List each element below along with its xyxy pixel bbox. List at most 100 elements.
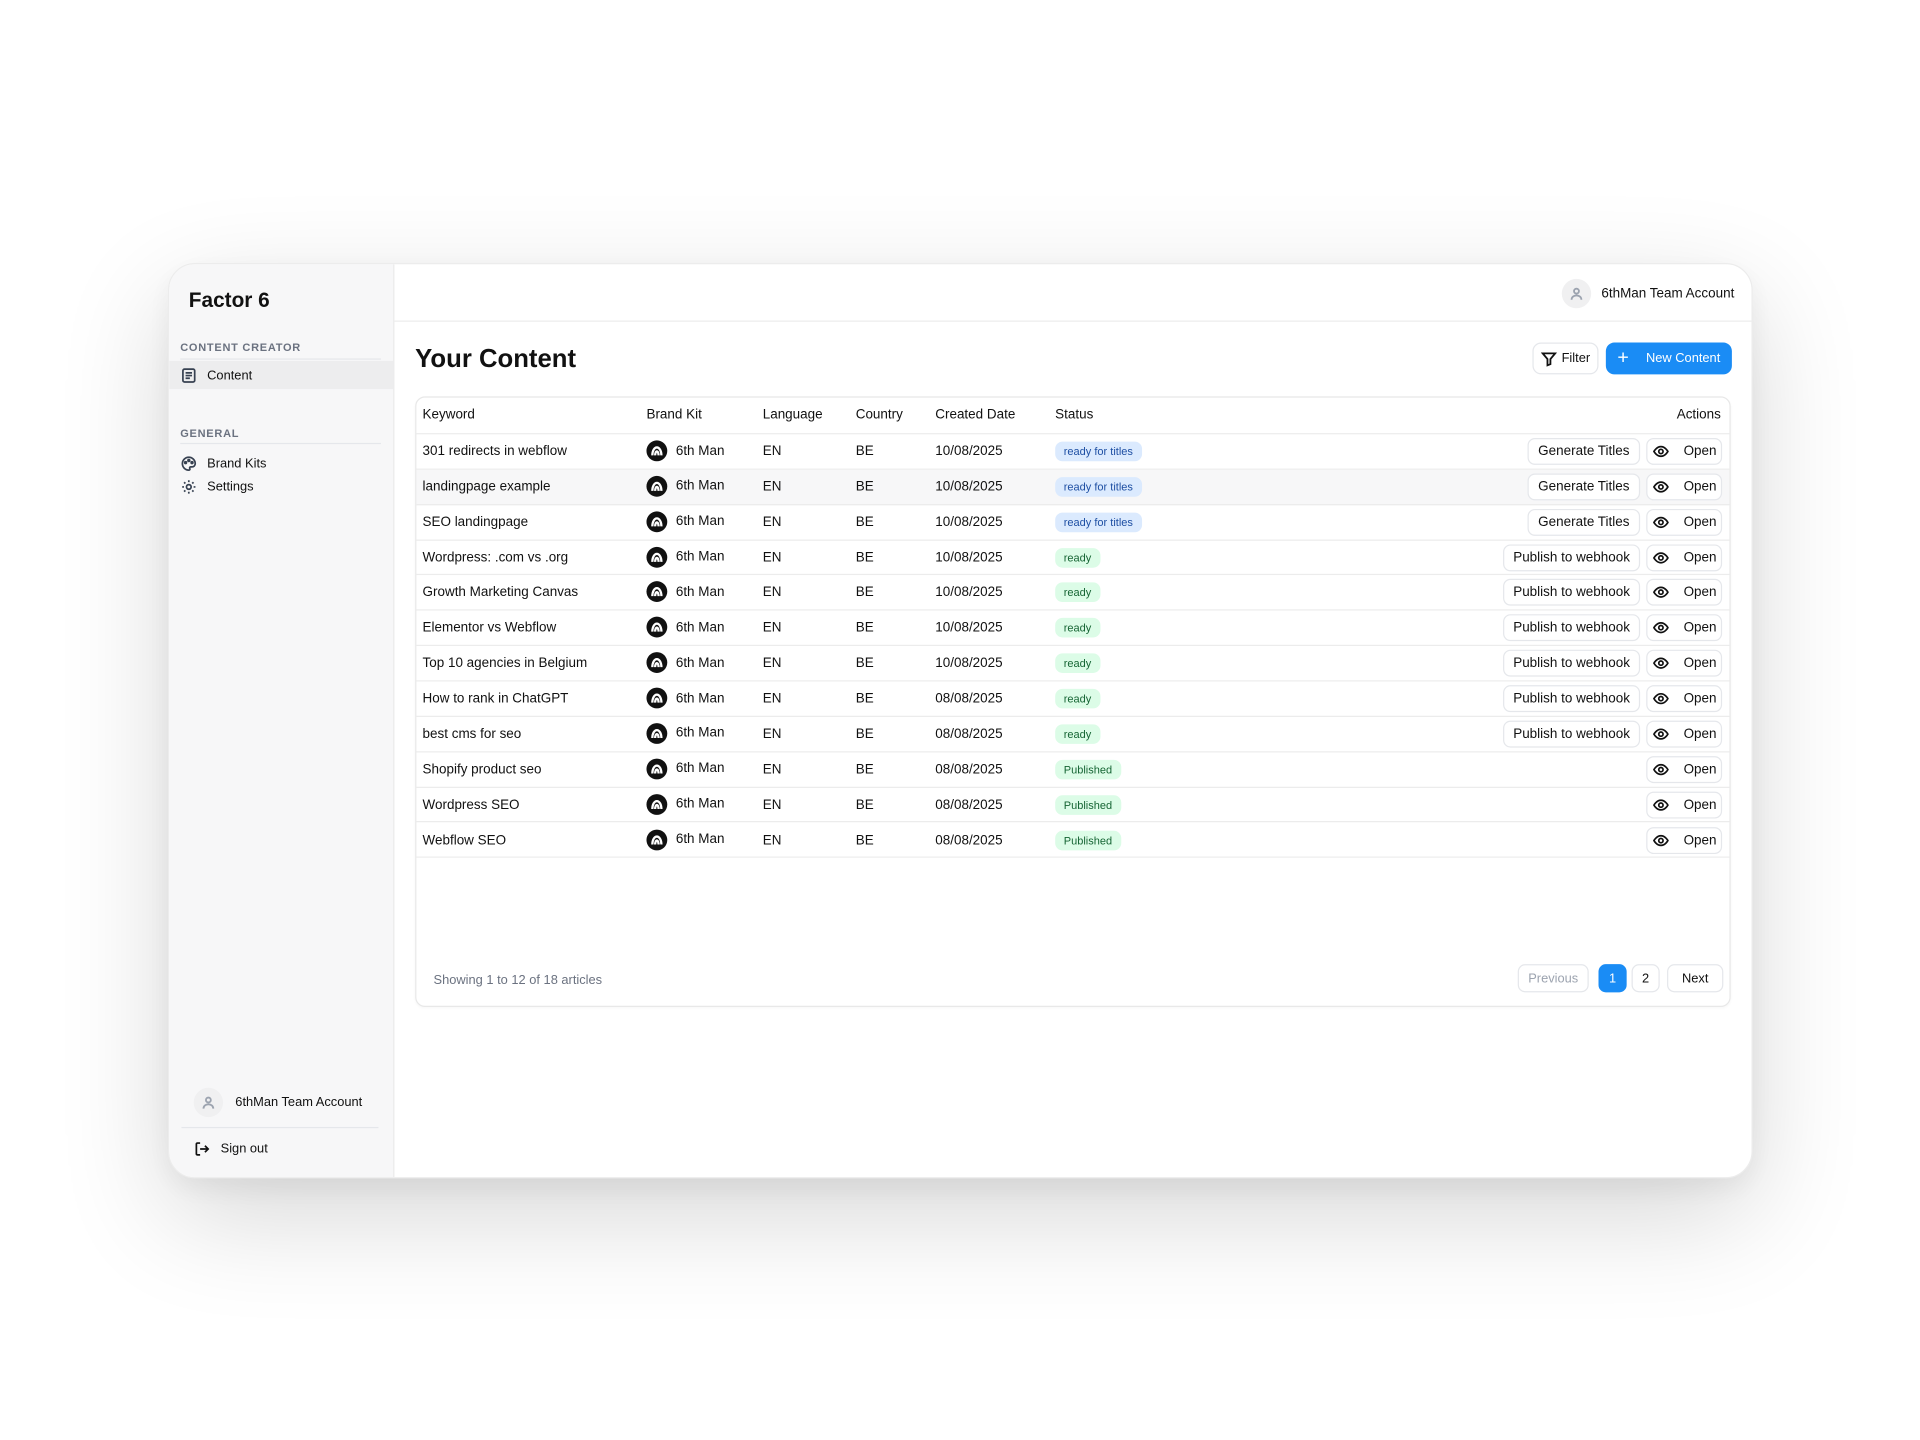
brand-kit-cell: 6th Man bbox=[646, 617, 724, 638]
next-page-button[interactable]: Next bbox=[1667, 964, 1724, 993]
document-icon bbox=[179, 365, 199, 385]
brand-kit-cell: 6th Man bbox=[646, 722, 724, 744]
table-row[interactable]: Elementor vs Webflow 6th Man EN BE 10/08/202… bbox=[416, 611, 1730, 647]
account-menu[interactable]: 6thMan Team Account bbox=[1562, 278, 1734, 309]
publish-to-webhook-button[interactable]: Publish to webhook bbox=[1503, 543, 1641, 571]
created-date-cell: 08/08/2025 bbox=[935, 761, 1003, 777]
publish-to-webhook-button[interactable]: Publish to webhook bbox=[1503, 614, 1641, 642]
divider bbox=[180, 358, 381, 360]
page-2-button[interactable]: 2 bbox=[1631, 964, 1660, 993]
sidebar-item-content[interactable]: Content bbox=[169, 360, 394, 390]
brand-kit-logo bbox=[646, 722, 668, 744]
status-badge: ready bbox=[1055, 547, 1100, 568]
brand-logo-icon bbox=[651, 764, 663, 774]
page-title: Your Content bbox=[415, 344, 577, 374]
previous-page-button[interactable]: Previous bbox=[1517, 964, 1589, 993]
open-button[interactable]: Open bbox=[1646, 614, 1723, 642]
created-date-cell: 10/08/2025 bbox=[935, 620, 1003, 636]
open-label: Open bbox=[1683, 691, 1717, 707]
brand-kit-logo bbox=[646, 440, 668, 462]
brand-kit-logo bbox=[646, 475, 668, 497]
status-badge: ready bbox=[1055, 618, 1100, 638]
table-row[interactable]: SEO landingpage 6th Man EN BE 10/08/2025 read… bbox=[416, 505, 1730, 541]
publish-to-webhook-button[interactable]: Publish to webhook bbox=[1503, 685, 1641, 713]
status-badge: ready for titles bbox=[1055, 441, 1142, 462]
created-date-cell: 08/08/2025 bbox=[935, 691, 1003, 707]
created-date-cell: 10/08/2025 bbox=[935, 656, 1003, 671]
avatar bbox=[1562, 278, 1592, 309]
sidebar-account-name: 6thMan Team Account bbox=[235, 1095, 363, 1110]
brand-kit-cell: 6th Man bbox=[646, 511, 724, 532]
brand-kit-name: 6th Man bbox=[675, 584, 725, 600]
sidebar-item-settings[interactable]: Settings bbox=[169, 472, 393, 500]
open-button[interactable]: Open bbox=[1646, 543, 1723, 571]
open-button[interactable]: Open bbox=[1646, 508, 1723, 536]
open-button[interactable]: Open bbox=[1646, 437, 1723, 465]
open-label: Open bbox=[1683, 832, 1717, 848]
page-1-button[interactable]: 1 bbox=[1598, 964, 1627, 993]
brand-kit-cell: 6th Man bbox=[646, 793, 724, 815]
status-badge: Published bbox=[1055, 830, 1121, 850]
table-row[interactable]: Webflow SEO 6th Man EN BE 08/08/2025 Publishe… bbox=[416, 823, 1730, 859]
eye-icon bbox=[1652, 481, 1669, 493]
brand-logo-icon bbox=[651, 693, 663, 703]
created-date-cell: 08/08/2025 bbox=[935, 832, 1003, 848]
generate-titles-button[interactable]: Generate Titles bbox=[1527, 473, 1641, 501]
created-date-cell: 08/08/2025 bbox=[935, 797, 1003, 812]
open-button[interactable]: Open bbox=[1646, 579, 1723, 607]
sign-out-icon bbox=[195, 1142, 210, 1156]
eye-icon bbox=[1652, 587, 1669, 599]
gear-icon bbox=[179, 477, 199, 497]
table-row[interactable]: Growth Marketing Canvas 6th Man EN BE 10/08/… bbox=[416, 576, 1730, 611]
brand-kit-logo bbox=[646, 687, 668, 709]
open-button[interactable]: Open bbox=[1646, 649, 1723, 677]
keyword-cell: How to rank in ChatGPT bbox=[422, 691, 569, 707]
open-button[interactable]: Open bbox=[1646, 720, 1723, 748]
table-row[interactable]: How to rank in ChatGPT 6th Man EN BE 08/08/2… bbox=[416, 682, 1730, 717]
header-country: Country bbox=[855, 407, 903, 423]
brand-logo-icon bbox=[651, 658, 663, 668]
brand-kit-name: 6th Man bbox=[675, 690, 725, 706]
sidebar-account[interactable]: 6thMan Team Account bbox=[193, 1087, 363, 1118]
open-button[interactable]: Open bbox=[1646, 685, 1723, 713]
table-row[interactable]: landingpage example 6th Man EN BE 10/08/2025… bbox=[416, 469, 1730, 505]
language-cell: EN bbox=[762, 550, 782, 565]
open-button[interactable]: Open bbox=[1646, 826, 1723, 854]
header-created-date: Created Date bbox=[935, 407, 1016, 423]
brand-kit-name: 6th Man bbox=[675, 443, 725, 459]
status-badge: ready bbox=[1055, 688, 1100, 709]
open-button[interactable]: Open bbox=[1646, 755, 1723, 783]
open-button[interactable]: Open bbox=[1646, 791, 1723, 819]
generate-titles-button[interactable]: Generate Titles bbox=[1527, 437, 1641, 465]
status-badge: ready bbox=[1055, 582, 1100, 603]
filter-button[interactable]: Filter bbox=[1532, 342, 1599, 375]
eye-icon bbox=[1652, 657, 1669, 670]
brand-kit-cell: 6th Man bbox=[646, 687, 725, 709]
table-row[interactable]: Top 10 agencies in Belgium 6th Man EN BE 10/… bbox=[416, 646, 1730, 682]
publish-to-webhook-button[interactable]: Publish to webhook bbox=[1503, 649, 1641, 677]
new-content-button[interactable]: + New Content bbox=[1605, 342, 1732, 375]
brand-kit-logo bbox=[646, 581, 668, 603]
eye-icon bbox=[1652, 551, 1669, 564]
table-row[interactable]: best cms for seo 6th Man EN BE 08/08/2025 rea… bbox=[416, 717, 1730, 753]
table-header: Keyword Brand Kit Language Country Creat… bbox=[416, 398, 1730, 435]
table-row[interactable]: Shopify product seo 6th Man EN BE 08/08/2025… bbox=[416, 752, 1730, 788]
eye-icon bbox=[1652, 798, 1669, 811]
publish-to-webhook-button[interactable]: Publish to webhook bbox=[1503, 720, 1641, 748]
keyword-cell: SEO landingpage bbox=[422, 514, 529, 530]
plus-icon: + bbox=[1617, 347, 1629, 369]
eye-icon bbox=[1652, 622, 1669, 634]
open-label: Open bbox=[1683, 479, 1717, 495]
brand-kit-logo bbox=[646, 828, 668, 850]
country-cell: BE bbox=[855, 620, 874, 636]
created-date-cell: 10/08/2025 bbox=[935, 550, 1003, 565]
country-cell: BE bbox=[855, 761, 874, 777]
table-row[interactable]: Wordpress: .com vs .org 6th Man EN BE 10/08/… bbox=[416, 540, 1730, 576]
table-row[interactable]: 301 redirects in webflow 6th Man EN BE 10/08… bbox=[416, 434, 1730, 470]
sign-out-button[interactable]: Sign out bbox=[194, 1140, 268, 1157]
open-button[interactable]: Open bbox=[1646, 473, 1723, 501]
table-row[interactable]: Wordpress SEO 6th Man EN BE 08/08/2025 Publis… bbox=[416, 788, 1730, 823]
publish-to-webhook-button[interactable]: Publish to webhook bbox=[1503, 579, 1641, 607]
generate-titles-button[interactable]: Generate Titles bbox=[1527, 508, 1641, 536]
open-label: Open bbox=[1683, 550, 1717, 565]
